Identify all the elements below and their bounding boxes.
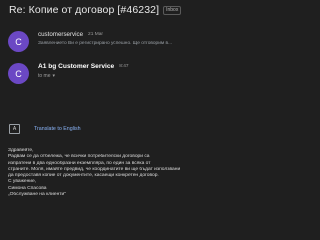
inbox-label-chip[interactable]: Inbox [163, 5, 182, 15]
translate-bar[interactable]: A Translate to English [9, 124, 81, 134]
sender-avatar[interactable]: C [8, 63, 29, 84]
email-subject: Re: Копие от договор [#46232] [9, 4, 160, 16]
sender-name: customerservice [38, 31, 84, 38]
email-subject-header: Re: Копие от договор [#46232] Inbox [9, 4, 189, 16]
message-summary: customerservice 21 Mar Заявлението Ви е … [38, 31, 194, 46]
chevron-down-icon[interactable]: ▾ [53, 73, 56, 79]
translate-icon: A [9, 124, 20, 134]
recipient-row[interactable]: to me ▾ [38, 73, 194, 79]
message-time: 8:47 [119, 64, 129, 69]
expanded-message-header[interactable]: C A1 bg Customer Service 8:47 to me ▾ [8, 63, 194, 84]
sender-avatar[interactable]: C [8, 31, 29, 52]
collapsed-message[interactable]: C customerservice 21 Mar Заявлението Ви … [8, 31, 194, 52]
message-snippet: Заявлението Ви е регистрирано успешно. Щ… [38, 41, 173, 46]
recipient-text: to me [38, 73, 51, 79]
sender-name: A1 bg Customer Service [38, 63, 115, 70]
message-body: Здравейте, Радвам се да отбележа, че вси… [8, 148, 196, 198]
message-time: 21 Mar [88, 32, 103, 37]
translate-link[interactable]: Translate to English [34, 126, 81, 132]
message-header-details: A1 bg Customer Service 8:47 to me ▾ [38, 63, 194, 79]
body-line: „Обслужване на клиенти“ [8, 192, 66, 198]
